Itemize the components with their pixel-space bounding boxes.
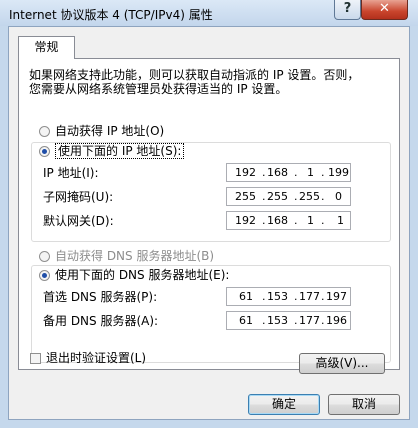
- ok-button[interactable]: 确定: [248, 394, 320, 415]
- default-gateway-input[interactable]: 192 . 168 . 1 . 1: [226, 211, 351, 230]
- radio-unchecked-icon: [39, 251, 50, 262]
- validate-on-exit-label[interactable]: 退出时验证设置(L): [46, 350, 146, 366]
- dialog-window: Internet 协议版本 4 (TCP/IPv4) 属性 ? ✕ 常规 如果网…: [0, 0, 418, 428]
- description-line-2: 您需要从网络系统管理员处获得适当的 IP 设置。: [29, 82, 288, 96]
- close-icon: ✕: [379, 1, 390, 16]
- close-button[interactable]: ✕: [361, 0, 408, 20]
- ip-address-input[interactable]: 192 . 168 . 1 . 199: [226, 163, 351, 182]
- manual-ip-radio[interactable]: 使用下面的 IP 地址(S):: [39, 143, 189, 159]
- ip-address-label: IP 地址(I):: [43, 166, 99, 180]
- description-text: 如果网络支持此功能，则可以获取自动指派的 IP 设置。否则， 您需要从网络系统管…: [29, 68, 389, 96]
- description-line-1: 如果网络支持此功能，则可以获取自动指派的 IP 设置。否则，: [29, 68, 360, 82]
- subnet-mask-input[interactable]: 255 . 255 . 255 . 0: [226, 187, 351, 206]
- advanced-button[interactable]: 高级(V)...: [299, 353, 385, 374]
- alternate-dns-label: 备用 DNS 服务器(A):: [43, 314, 159, 328]
- help-icon: ?: [343, 1, 352, 16]
- alternate-dns-input[interactable]: 61 . 153 . 177 . 196: [226, 311, 351, 330]
- title-bar[interactable]: Internet 协议版本 4 (TCP/IPv4) 属性 ? ✕: [0, 0, 418, 26]
- validate-on-exit-checkbox[interactable]: [30, 353, 41, 364]
- preferred-dns-label: 首选 DNS 服务器(P):: [43, 290, 158, 304]
- auto-dns-radio[interactable]: 自动获得 DNS 服务器地址(B): [39, 248, 219, 264]
- radio-unchecked-icon: [39, 126, 50, 137]
- radio-checked-icon: [39, 270, 50, 281]
- default-gateway-label: 默认网关(D):: [43, 214, 114, 228]
- cancel-button[interactable]: 取消: [328, 394, 400, 415]
- help-button[interactable]: ?: [334, 0, 361, 20]
- preferred-dns-input[interactable]: 61 . 153 . 177 . 197: [226, 287, 351, 306]
- tab-general[interactable]: 常规: [18, 36, 75, 59]
- window-title: Internet 协议版本 4 (TCP/IPv4) 属性: [9, 8, 213, 22]
- subnet-mask-label: 子网掩码(U):: [43, 190, 114, 204]
- radio-checked-icon: [39, 146, 50, 157]
- auto-ip-radio[interactable]: 自动获得 IP 地址(O): [39, 123, 169, 139]
- manual-dns-radio[interactable]: 使用下面的 DNS 服务器地址(E):: [39, 267, 234, 283]
